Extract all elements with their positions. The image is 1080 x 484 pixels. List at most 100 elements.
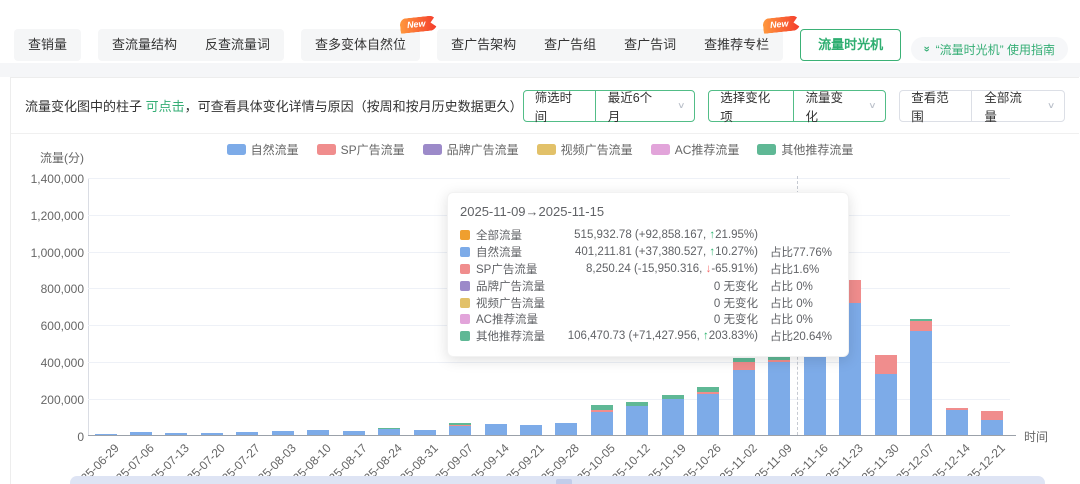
legend-swatch xyxy=(317,144,336,155)
bar-2025-08-17-自然流量[interactable] xyxy=(343,431,365,436)
bar-2025-07-20-自然流量[interactable] xyxy=(201,433,223,435)
bar-2025-09-28-自然流量[interactable] xyxy=(555,423,577,435)
gridline xyxy=(88,399,1010,400)
bar-2025-12-07-SP广告流量[interactable] xyxy=(910,321,932,331)
tooltip-swatch xyxy=(460,230,470,240)
bar-2025-12-07-其他推荐流量[interactable] xyxy=(910,319,932,321)
tooltip-swatch xyxy=(460,247,470,257)
data-zoom-scrollbar[interactable] xyxy=(70,476,1045,484)
tooltip-rows: 全部流量515,932.78 (+92,858.167, ↑21.95%)自然流… xyxy=(460,227,836,345)
bar-2025-09-07-SP广告流量[interactable] xyxy=(449,425,471,426)
tooltip-swatch xyxy=(460,314,470,324)
tooltip-metric-value: 0 无变化 xyxy=(558,278,758,294)
x-axis-title: 时间 xyxy=(1024,428,1048,445)
tooltip-row: 品牌广告流量0 无变化占比 0% xyxy=(460,277,836,294)
legend-item-自然流量[interactable]: 自然流量 xyxy=(227,141,299,158)
tab-查流量结构[interactable]: 查流量结构 xyxy=(98,29,191,61)
legend-swatch xyxy=(537,144,556,155)
bar-2025-12-21-自然流量[interactable] xyxy=(981,420,1003,436)
y-axis-tick: 1,000,000 xyxy=(0,246,84,260)
bar-2025-09-07-其他推荐流量[interactable] xyxy=(449,423,471,426)
legend-swatch xyxy=(651,144,670,155)
bar-2025-10-05-其他推荐流量[interactable] xyxy=(591,405,613,410)
tooltip-metric-name: AC推荐流量 xyxy=(476,311,558,327)
tab-group: 查销量 xyxy=(14,29,81,61)
tooltip-metric-name: 自然流量 xyxy=(476,244,558,260)
bar-2025-08-24-自然流量[interactable] xyxy=(378,429,400,435)
tab-查多变体自然位[interactable]: 查多变体自然位New xyxy=(301,29,420,61)
bar-2025-12-07-自然流量[interactable] xyxy=(910,331,932,435)
bar-2025-08-24-其他推荐流量[interactable] xyxy=(378,428,400,429)
bar-2025-08-03-自然流量[interactable] xyxy=(272,431,294,435)
bar-2025-10-26-自然流量[interactable] xyxy=(697,394,719,435)
bar-2025-07-13-自然流量[interactable] xyxy=(165,433,187,435)
bar-2025-10-26-SP广告流量[interactable] xyxy=(697,392,719,394)
tooltip-ratio: 占比77.76% xyxy=(758,244,840,260)
bar-2025-10-12-自然流量[interactable] xyxy=(626,406,648,435)
bar-2025-11-02-SP广告流量[interactable] xyxy=(733,362,755,369)
tooltip-metric-name: SP广告流量 xyxy=(476,261,558,277)
legend-swatch xyxy=(757,144,776,155)
bar-2025-06-29-自然流量[interactable] xyxy=(95,434,117,435)
gridline xyxy=(88,178,1010,179)
bar-2025-10-12-其他推荐流量[interactable] xyxy=(626,402,648,406)
tab-traffic-time-machine[interactable]: 流量时光机 xyxy=(800,29,901,61)
bar-2025-08-10-自然流量[interactable] xyxy=(307,430,329,436)
tooltip-metric-value: 401,211.81 (+37,380.527, ↑10.27%) xyxy=(558,246,758,258)
tab-查推荐专栏[interactable]: 查推荐专栏New xyxy=(690,29,783,61)
bar-2025-11-30-自然流量[interactable] xyxy=(875,374,897,436)
tab-bar: 查销量查流量结构反查流量词查多变体自然位New 查广告架构查广告组查广告词查推荐专… xyxy=(14,29,901,61)
tooltip-metric-name: 其他推荐流量 xyxy=(476,328,558,344)
y-axis-line xyxy=(88,178,89,435)
tab-查销量[interactable]: 查销量 xyxy=(14,29,81,61)
y-axis-tick: 1,400,000 xyxy=(0,172,84,186)
tab-查广告词[interactable]: 查广告词 xyxy=(610,29,690,61)
bar-2025-08-31-自然流量[interactable] xyxy=(414,430,436,436)
legend-label: AC推荐流量 xyxy=(675,141,740,158)
bar-2025-10-05-自然流量[interactable] xyxy=(591,412,613,436)
y-axis-tick: 1,200,000 xyxy=(0,209,84,223)
legend-label: 视频广告流量 xyxy=(561,141,633,158)
legend-item-视频广告流量[interactable]: 视频广告流量 xyxy=(537,141,633,158)
legend-item-SP广告流量[interactable]: SP广告流量 xyxy=(317,141,405,158)
tab-group: 查多变体自然位New xyxy=(301,29,420,61)
tooltip-row: 其他推荐流量106,470.73 (+71,427.956, ↑203.83%)… xyxy=(460,328,836,345)
bar-2025-11-02-自然流量[interactable] xyxy=(733,370,755,436)
tab-group: 查流量结构反查流量词 xyxy=(98,29,284,61)
tooltip-row: 视频广告流量0 无变化占比 0% xyxy=(460,294,836,311)
bar-2025-11-09-SP广告流量[interactable] xyxy=(768,360,790,362)
tab-groups: 查销量查流量结构反查流量词查多变体自然位New 查广告架构查广告组查广告词查推荐专… xyxy=(14,29,800,61)
legend-item-其他推荐流量[interactable]: 其他推荐流量 xyxy=(757,141,853,158)
bar-2025-10-05-SP广告流量[interactable] xyxy=(591,410,613,412)
bar-2025-11-30-SP广告流量[interactable] xyxy=(875,355,897,374)
bar-2025-12-21-SP广告流量[interactable] xyxy=(981,411,1003,420)
legend-item-AC推荐流量[interactable]: AC推荐流量 xyxy=(651,141,740,158)
bar-2025-12-14-自然流量[interactable] xyxy=(946,410,968,435)
bar-2025-07-27-自然流量[interactable] xyxy=(236,432,258,435)
tooltip-metric-name: 品牌广告流量 xyxy=(476,278,558,294)
tooltip-ratio: 占比20.64% xyxy=(758,328,840,344)
tooltip-swatch xyxy=(460,264,470,274)
tooltip-metric-value: 8,250.24 (-15,950.316, ↓-65.91%) xyxy=(558,263,758,275)
data-zoom-handle[interactable] xyxy=(556,479,572,484)
tooltip-row: 自然流量401,211.81 (+37,380.527, ↑10.27%)占比7… xyxy=(460,244,836,261)
tooltip-row: AC推荐流量0 无变化占比 0% xyxy=(460,311,836,328)
y-axis-tick: 400,000 xyxy=(0,356,84,370)
legend-label: 品牌广告流量 xyxy=(447,141,519,158)
bar-2025-10-19-其他推荐流量[interactable] xyxy=(662,395,684,399)
bar-2025-11-09-自然流量[interactable] xyxy=(768,362,790,436)
bar-2025-07-06-自然流量[interactable] xyxy=(130,432,152,435)
tab-查广告架构[interactable]: 查广告架构 xyxy=(437,29,530,61)
tooltip-swatch xyxy=(460,331,470,341)
bar-2025-11-02-其他推荐流量[interactable] xyxy=(733,358,755,363)
bar-2025-09-07-自然流量[interactable] xyxy=(449,426,471,436)
bar-2025-09-21-自然流量[interactable] xyxy=(520,425,542,436)
tooltip-metric-value: 515,932.78 (+92,858.167, ↑21.95%) xyxy=(558,229,758,241)
tab-查广告组[interactable]: 查广告组 xyxy=(530,29,610,61)
bar-2025-10-26-其他推荐流量[interactable] xyxy=(697,387,719,392)
bar-2025-12-14-SP广告流量[interactable] xyxy=(946,408,968,411)
tab-反查流量词[interactable]: 反查流量词 xyxy=(191,29,284,61)
legend-item-品牌广告流量[interactable]: 品牌广告流量 xyxy=(423,141,519,158)
bar-2025-10-19-自然流量[interactable] xyxy=(662,399,684,436)
bar-2025-09-14-自然流量[interactable] xyxy=(485,424,507,436)
